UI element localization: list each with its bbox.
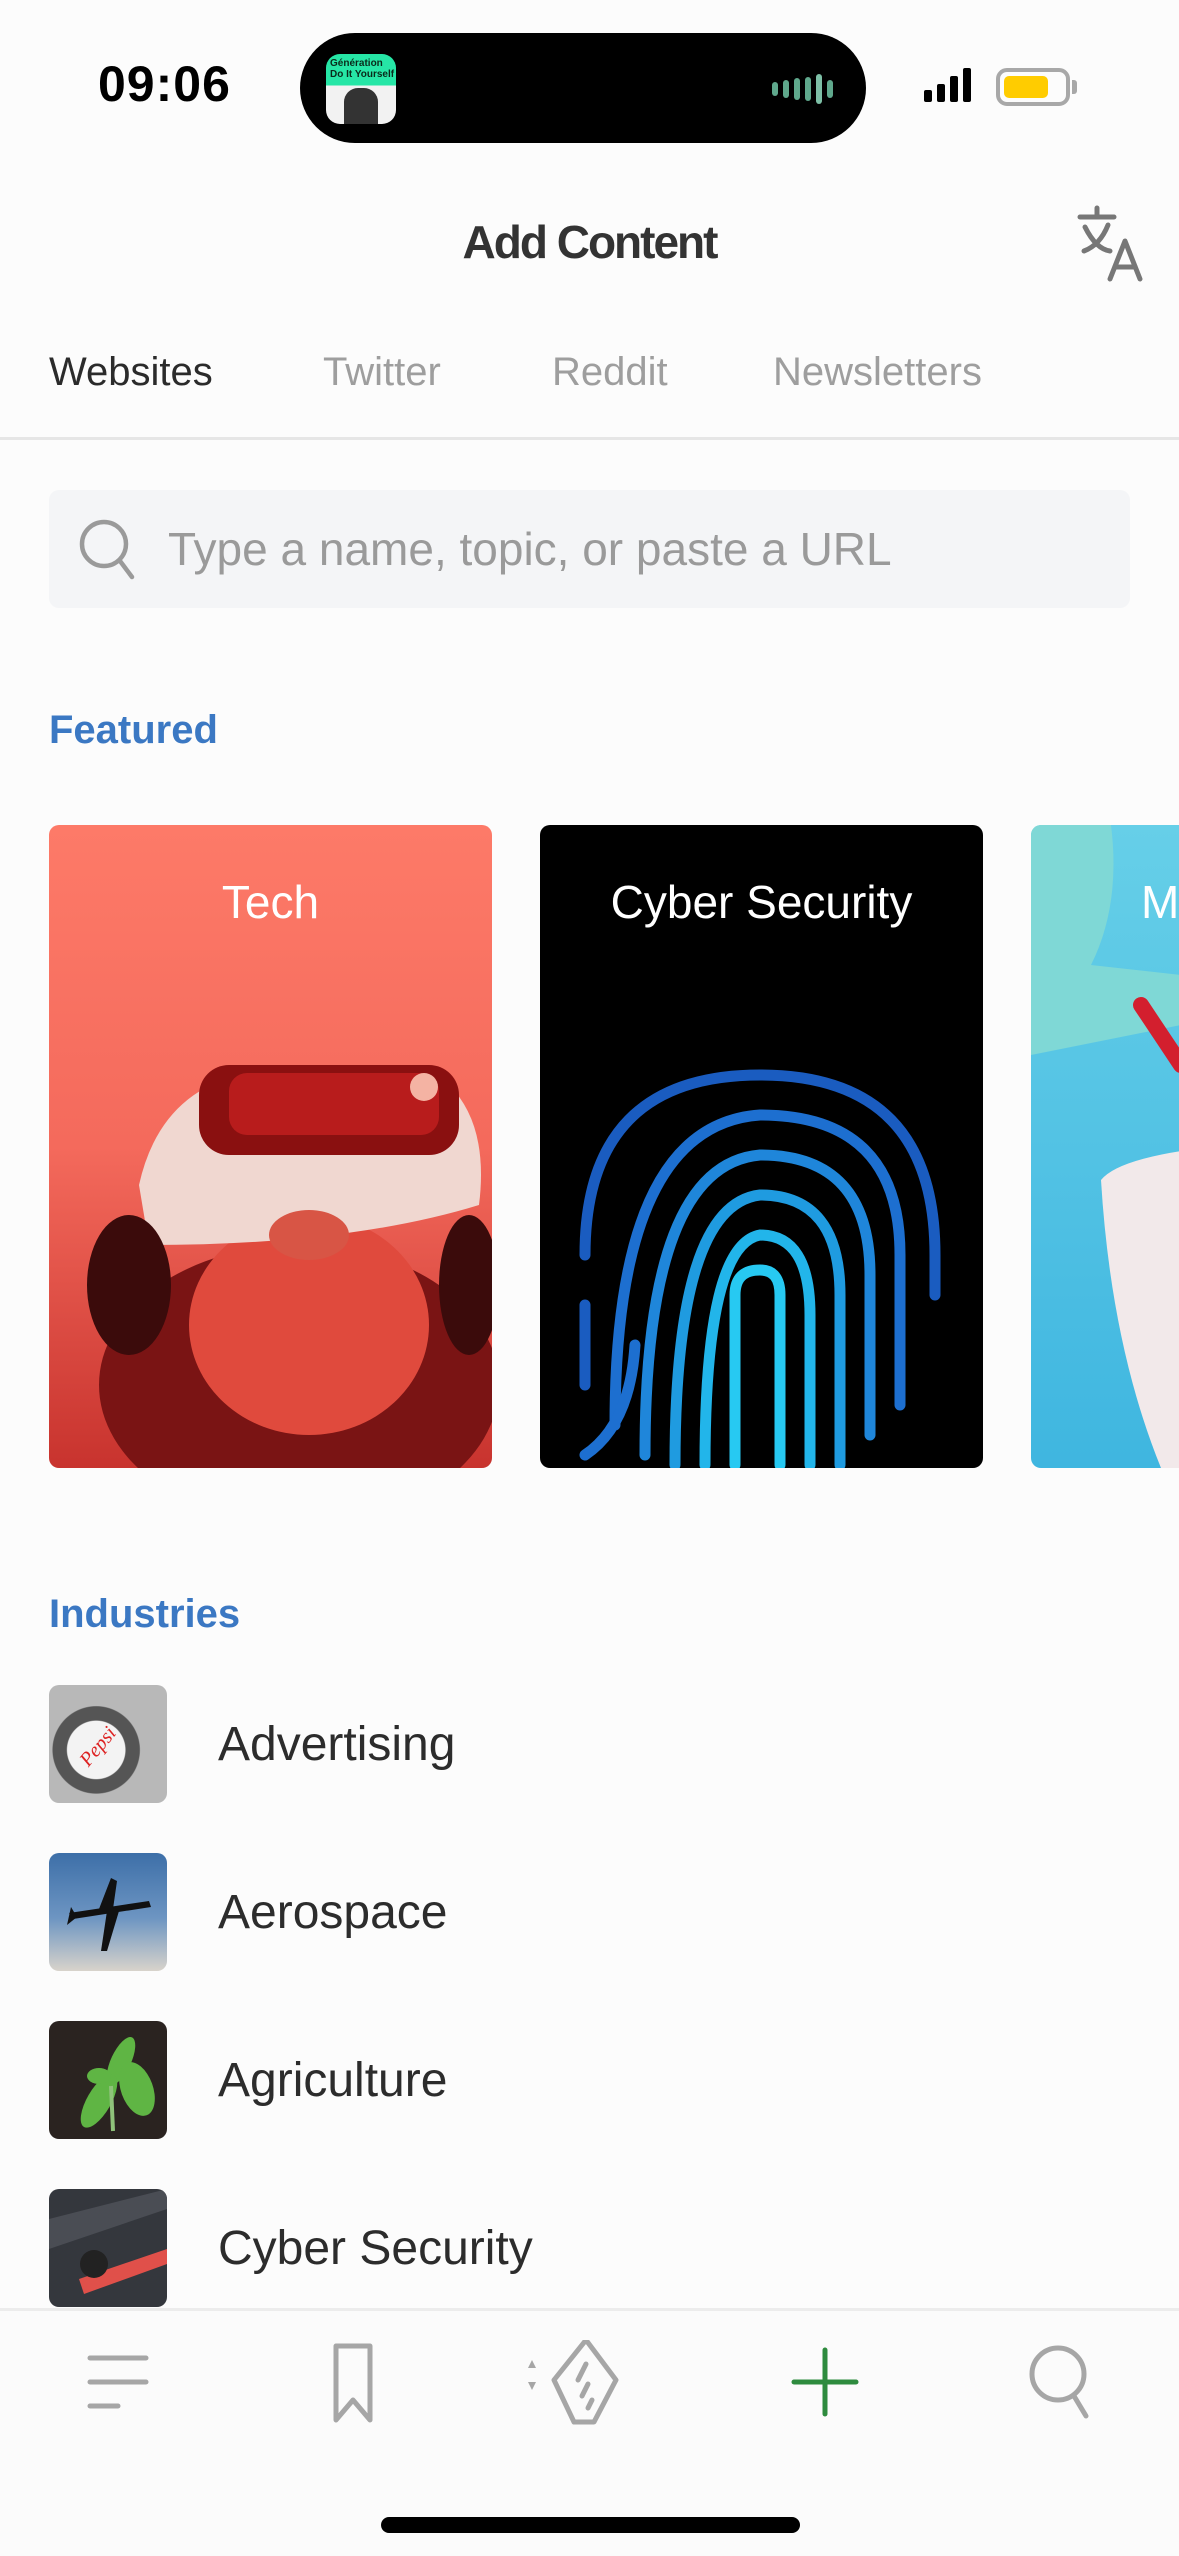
translate-icon[interactable] [1076,205,1148,283]
tab-websites[interactable]: Websites [49,350,213,395]
industry-row-advertising[interactable]: Pepsi Advertising [0,1685,1179,1803]
bookmark-icon[interactable] [308,2340,398,2430]
source-tabs: Websites Twitter Reddit Newsletters [0,350,1179,410]
audio-waveform-icon [772,74,842,104]
industry-thumbnail: Pepsi [49,1685,167,1803]
page-title: Add Content [462,216,719,268]
battery-icon [996,68,1070,106]
search-icon [78,517,138,581]
search-tab-icon[interactable] [1018,2340,1108,2430]
featured-card-m[interactable]: M [1031,825,1179,1468]
tab-newsletters[interactable]: Newsletters [773,350,982,395]
industry-row-aerospace[interactable]: Aerospace [0,1853,1179,1971]
industries-heading: Industries [49,1592,241,1636]
svg-text:Pepsi: Pepsi [75,1723,121,1772]
tab-reddit[interactable]: Reddit [552,350,668,395]
featured-card-title: M [1141,876,1179,928]
battery-cap [1072,80,1077,94]
home-indicator[interactable] [381,2517,800,2533]
featured-card-title: Tech [221,876,320,928]
industry-thumbnail [49,2189,167,2307]
plus-icon[interactable] [780,2340,870,2430]
featured-heading: Featured [49,708,218,752]
industry-label: Cyber Security [218,2222,533,2275]
industry-thumbnail [49,2021,167,2139]
industry-label: Agriculture [218,2054,448,2107]
featured-card-tech[interactable]: Tech [49,825,492,1468]
industry-label: Advertising [218,1718,456,1771]
battery-fill [1004,76,1048,98]
industry-row-cyber-security[interactable]: Cyber Security [0,2189,1179,2307]
tabs-divider [0,437,1179,440]
search-input[interactable] [168,515,1108,583]
tab-twitter[interactable]: Twitter [323,350,441,395]
now-playing-artwork[interactable]: Génération Do It Yourself [326,54,396,124]
cellular-signal-icon [924,68,971,102]
featured-card-title: Cyber Security [610,876,913,928]
status-time: 09:06 [98,56,231,112]
menu-icon[interactable] [72,2340,162,2430]
now-playing-artwork-person [344,88,378,124]
feedly-icon[interactable] [520,2337,619,2430]
industry-thumbnail [49,1853,167,1971]
industry-label: Aerospace [218,1886,448,1939]
industry-row-agriculture[interactable]: Agriculture [0,2021,1179,2139]
now-playing-artwork-text: Génération Do It Yourself [330,58,395,80]
featured-card-cyber-security[interactable]: Cyber Security [540,825,983,1468]
